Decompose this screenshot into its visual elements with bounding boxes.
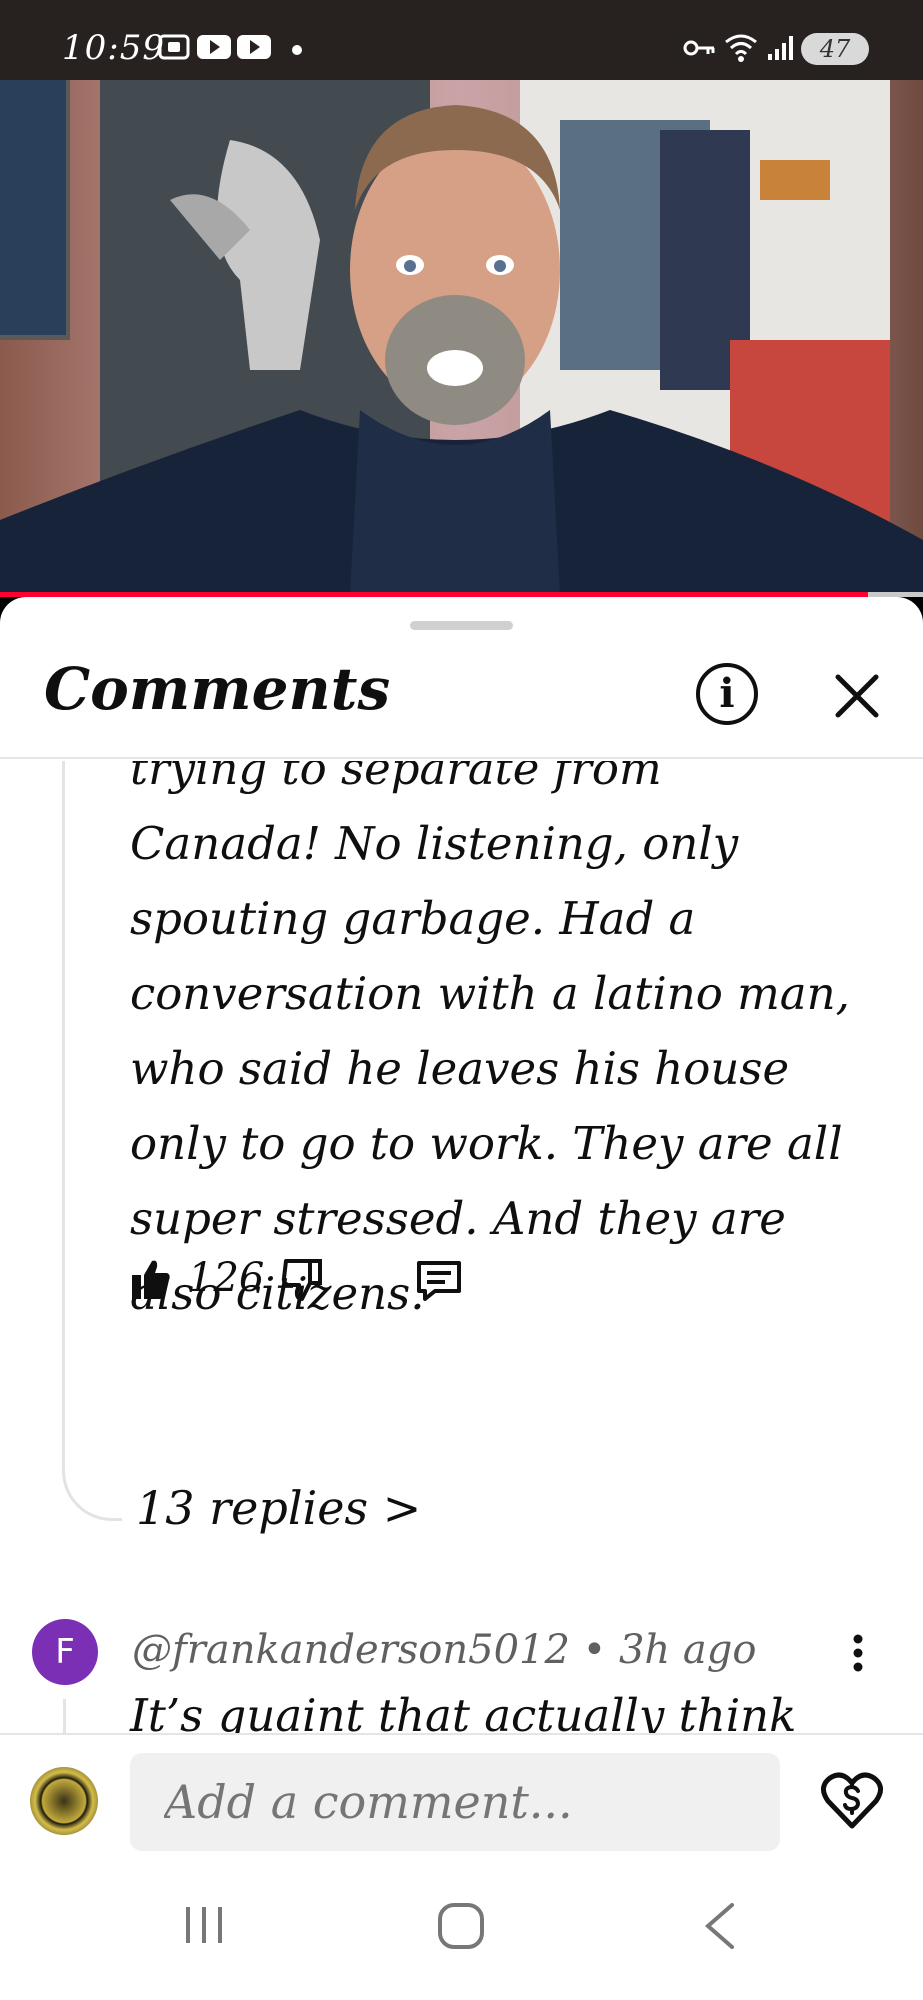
vpn-key-icon [683,40,715,56]
screenshot-icon [158,34,190,60]
comment-composer [0,1733,923,1851]
info-icon[interactable]: i [696,663,758,725]
replies-link[interactable]: 13 replies > [136,1481,421,1535]
comment-body: It’s quaint that actually think [130,1689,797,1733]
wifi-icon [725,34,757,62]
comment-item: F @frankanderson5012 • 3h ago It’s quain… [0,1619,923,1733]
navigation-bar [0,1851,923,2000]
thread-line [63,1699,66,1733]
signal-icon [768,36,793,60]
status-time: 10:59 [62,28,165,68]
like-icon[interactable] [130,1257,172,1301]
sheet-header: Comments i [0,631,923,759]
battery-icon: 47 [801,33,869,65]
like-count: 126 [188,1255,265,1301]
youtube-icon [197,35,231,59]
dislike-icon[interactable] [280,1257,324,1303]
sheet-title: Comments [44,655,391,723]
drag-handle[interactable] [410,621,513,630]
comment-actions: 126 [130,1251,630,1311]
home-icon[interactable] [436,1901,486,1951]
video-frame [0,80,923,595]
video-player[interactable] [0,80,923,595]
avatar[interactable]: F [32,1619,98,1685]
comment-input[interactable] [130,1753,780,1851]
comment-body: trying to separate from Canada! No liste… [130,761,850,1320]
comment-meta[interactable]: @frankanderson5012 • 3h ago [132,1627,756,1673]
dot-icon [292,45,302,55]
status-bar: 10:59 47 [0,0,923,80]
avatar [30,1767,98,1835]
super-thanks-icon[interactable] [820,1771,884,1831]
battery-level: 47 [819,35,851,63]
recent-apps-icon[interactable] [180,1901,228,1949]
comments-sheet: Comments i trying to separate from Canad… [0,597,923,2000]
reply-icon[interactable] [415,1259,463,1303]
thread-line [62,761,122,1521]
more-options-icon[interactable] [852,1633,864,1673]
close-icon[interactable] [830,669,884,723]
youtube-icon [237,35,271,59]
comments-list[interactable]: trying to separate from Canada! No liste… [0,761,923,1733]
back-icon[interactable] [700,1901,740,1951]
